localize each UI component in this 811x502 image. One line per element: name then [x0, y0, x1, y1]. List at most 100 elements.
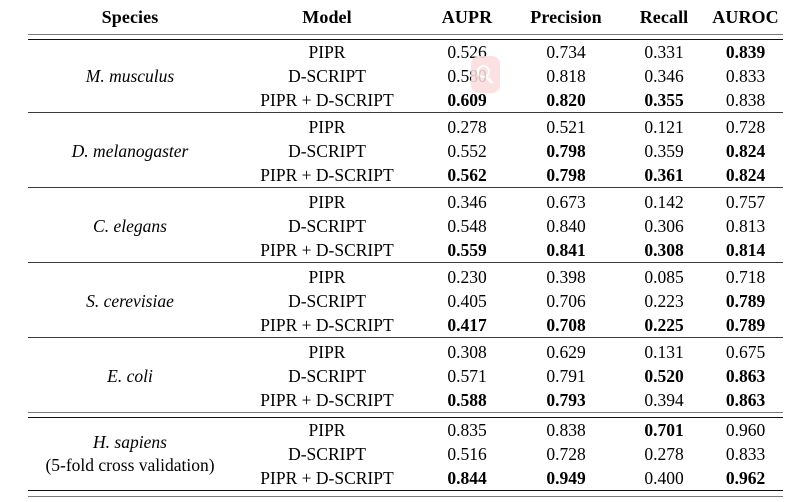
precision-cell: 0.838 [546, 420, 586, 440]
precision-cell: 0.793 [546, 390, 586, 410]
model-cell: PIPR + D-SCRIPT [260, 468, 394, 488]
species-note: (5-fold cross validation) [45, 455, 215, 475]
auroc-cell: 0.813 [725, 216, 766, 236]
aupr-cell: 0.580 [447, 66, 487, 86]
aupr-cell: 0.571 [447, 366, 487, 386]
recall-cell: 0.346 [644, 66, 684, 86]
model-cell: D-SCRIPT [288, 366, 366, 386]
precision-cell: 0.791 [546, 366, 586, 386]
auroc-cell: 0.863 [725, 390, 766, 410]
species-cell: H. sapiens (5-fold cross validation) [28, 418, 232, 490]
species-cell: S. cerevisiae [28, 265, 232, 337]
precision-cell: 0.840 [546, 216, 586, 236]
table-page: Species Model AUPR Precision Recall AURO… [0, 0, 811, 502]
column-header-auroc: AUROC [712, 7, 779, 27]
table-row: C. elegans PIPR 0.346 0.673 0.142 0.757 [28, 190, 783, 236]
species-name: H. sapiens [93, 432, 167, 452]
species-cell: E. coli [28, 340, 232, 412]
table-row: E. coli PIPR 0.308 0.629 0.131 0.675 [28, 340, 783, 386]
column-header-precision: Precision [530, 7, 602, 27]
aupr-cell: 0.562 [447, 165, 487, 185]
precision-cell: 0.734 [546, 42, 586, 62]
auroc-cell: 0.718 [725, 267, 766, 287]
precision-cell: 0.798 [546, 141, 586, 161]
model-cell: D-SCRIPT [288, 141, 366, 161]
recall-cell: 0.223 [644, 291, 684, 311]
auroc-cell: 0.824 [725, 165, 766, 185]
recall-cell: 0.085 [644, 267, 684, 287]
table-row: S. cerevisiae PIPR 0.230 0.398 0.085 0.718 [28, 265, 783, 311]
recall-cell: 0.355 [644, 90, 684, 110]
table-bottom-rule [28, 490, 783, 497]
precision-cell: 0.706 [546, 291, 586, 311]
recall-cell: 0.701 [644, 420, 684, 440]
recall-cell: 0.400 [644, 468, 684, 488]
model-cell: PIPR + D-SCRIPT [260, 90, 394, 110]
aupr-cell: 0.552 [447, 141, 487, 161]
model-cell: PIPR [308, 42, 346, 62]
model-cell: PIPR + D-SCRIPT [260, 240, 394, 260]
model-cell: D-SCRIPT [288, 291, 366, 311]
table-row: H. sapiens (5-fold cross validation) PIPR 0… [28, 418, 783, 475]
auroc-cell: 0.789 [725, 291, 766, 311]
aupr-cell: 0.417 [447, 315, 487, 335]
aupr-cell: 0.346 [447, 192, 487, 212]
species-name: E. coli [107, 365, 153, 386]
aupr-cell: 0.835 [447, 420, 487, 440]
species-name: M. musculus [85, 65, 175, 86]
model-cell: PIPR [308, 117, 346, 137]
aupr-cell: 0.278 [447, 117, 487, 137]
auroc-cell: 0.960 [725, 420, 766, 440]
aupr-cell: 0.516 [447, 444, 487, 464]
aupr-cell: 0.308 [447, 342, 487, 362]
precision-cell: 0.841 [546, 240, 586, 260]
species-name: S. cerevisiae [86, 290, 174, 311]
recall-cell: 0.142 [644, 192, 684, 212]
recall-cell: 0.361 [644, 165, 684, 185]
header-row: Species Model AUPR Precision Recall AURO… [28, 2, 783, 34]
precision-cell: 0.521 [546, 117, 586, 137]
auroc-cell: 0.863 [725, 366, 766, 386]
model-cell: PIPR [308, 420, 346, 440]
recall-cell: 0.121 [644, 117, 684, 137]
auroc-cell: 0.728 [725, 117, 766, 137]
species-cell: M. musculus [28, 40, 232, 112]
recall-cell: 0.306 [644, 216, 684, 236]
model-cell: PIPR + D-SCRIPT [260, 390, 394, 410]
model-cell: D-SCRIPT [288, 444, 366, 464]
model-cell: PIPR [308, 342, 346, 362]
aupr-cell: 0.548 [447, 216, 487, 236]
auroc-cell: 0.962 [725, 468, 766, 488]
species-cell: C. elegans [28, 190, 232, 262]
species-name: D. melanogaster [71, 140, 189, 161]
precision-cell: 0.728 [546, 444, 586, 464]
table-row: D. melanogaster PIPR 0.278 0.521 0.121 0.728 [28, 115, 783, 161]
auroc-cell: 0.838 [725, 90, 766, 110]
auroc-cell: 0.789 [725, 315, 766, 335]
precision-cell: 0.629 [546, 342, 586, 362]
model-cell: PIPR [308, 267, 346, 287]
aupr-cell: 0.230 [447, 267, 487, 287]
model-cell: D-SCRIPT [288, 66, 366, 86]
auroc-cell: 0.675 [725, 342, 766, 362]
model-cell: PIPR + D-SCRIPT [260, 315, 394, 335]
auroc-cell: 0.757 [725, 192, 766, 212]
column-header-aupr: AUPR [441, 7, 493, 27]
column-header-recall: Recall [639, 7, 689, 27]
precision-cell: 0.818 [546, 66, 586, 86]
auroc-cell: 0.814 [725, 240, 766, 260]
table-header: Species Model AUPR Precision Recall AURO… [28, 2, 783, 40]
precision-cell: 0.708 [546, 315, 586, 335]
recall-cell: 0.520 [644, 366, 684, 386]
recall-cell: 0.359 [644, 141, 684, 161]
aupr-cell: 0.588 [447, 390, 487, 410]
aupr-cell: 0.844 [447, 468, 487, 488]
auroc-cell: 0.824 [725, 141, 766, 161]
recall-cell: 0.225 [644, 315, 684, 335]
precision-cell: 0.673 [546, 192, 586, 212]
column-header-model: Model [302, 7, 352, 27]
column-header-species: Species [101, 7, 159, 27]
model-cell: PIPR + D-SCRIPT [260, 165, 394, 185]
auroc-cell: 0.839 [725, 42, 766, 62]
aupr-cell: 0.609 [447, 90, 487, 110]
